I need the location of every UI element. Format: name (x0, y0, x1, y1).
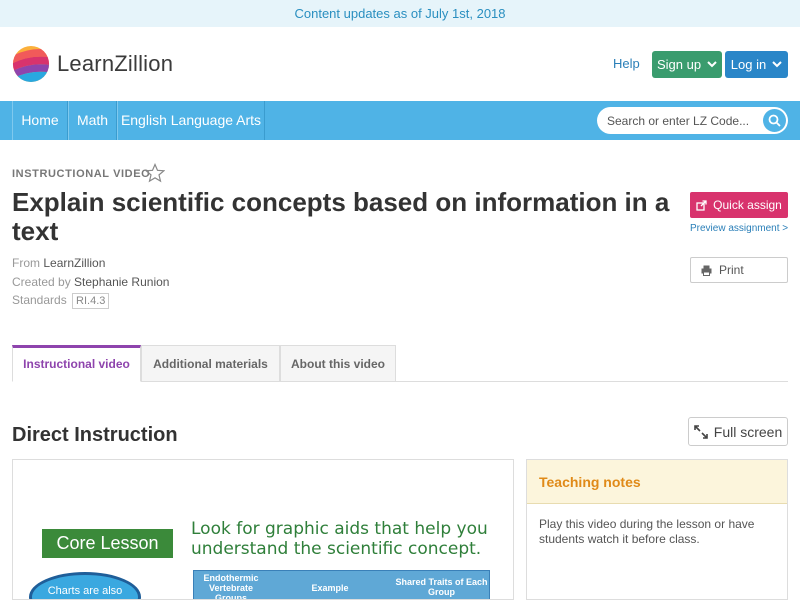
video-table-header: Shared Traits of Each Group (395, 577, 488, 597)
meta-from: From LearnZillion (12, 256, 105, 270)
print-button[interactable]: Print (690, 257, 788, 283)
meta-standards-label: Standards (12, 293, 67, 307)
content-updates-banner: Content updates as of July 1st, 2018 (0, 0, 800, 27)
video-table-header: Example (311, 583, 349, 593)
tab-about-video[interactable]: About this video (280, 345, 396, 382)
video-bubble: Charts are also (29, 572, 141, 599)
printer-icon (701, 265, 712, 276)
search-box (597, 107, 788, 134)
site-header: LearnZillion Help Sign up Log in (0, 27, 800, 101)
meta-created: Created by Stephanie Runion (12, 275, 169, 289)
content-type-label: INSTRUCTIONAL VIDEO (12, 168, 151, 180)
logo-text: LearnZillion (57, 51, 174, 76)
search-button[interactable] (763, 109, 786, 132)
logo[interactable]: LearnZillion (12, 45, 173, 83)
video-table-header: Endothermic Vertebrate Groups (203, 573, 259, 600)
teaching-notes-body: Play this video during the lesson or hav… (539, 517, 755, 546)
video-player[interactable]: Core Lesson Look for graphic aids that h… (12, 459, 514, 600)
share-icon (696, 199, 707, 211)
preview-assignment-link[interactable]: Preview assignment > (690, 223, 788, 234)
video-headline: Look for graphic aids that help you unde… (191, 519, 488, 559)
quick-assign-label: Quick assign (713, 198, 782, 212)
teaching-notes-panel: Teaching notes Play this video during th… (526, 459, 788, 600)
video-table: Endothermic Vertebrate Groups Example Sh… (193, 570, 490, 600)
chevron-down-icon (772, 61, 782, 68)
meta-from-value[interactable]: LearnZillion (43, 256, 105, 270)
meta-standards: Standards RI.4.3 (12, 293, 110, 309)
tab-additional-materials[interactable]: Additional materials (141, 345, 280, 382)
tab-instructional-video[interactable]: Instructional video (12, 345, 141, 382)
search-icon (768, 114, 781, 127)
meta-created-value[interactable]: Stephanie Runion (74, 275, 169, 289)
login-button[interactable]: Log in (725, 51, 788, 78)
standard-badge[interactable]: RI.4.3 (72, 293, 110, 309)
nav-item-home[interactable]: Home (12, 101, 68, 140)
signup-button[interactable]: Sign up (652, 51, 722, 78)
meta-from-label: From (12, 256, 40, 270)
login-label: Log in (730, 57, 767, 72)
section-title: Direct Instruction (12, 424, 178, 446)
fullscreen-label: Full screen (713, 423, 783, 440)
chevron-down-icon (707, 61, 717, 68)
star-icon[interactable] (145, 163, 165, 183)
nav-item-ela[interactable]: English Language Arts (117, 101, 265, 140)
search-input[interactable] (597, 107, 762, 134)
fullscreen-button[interactable]: Full screen (688, 417, 788, 446)
nav-item-math[interactable]: Math (68, 101, 117, 140)
signup-label: Sign up (656, 57, 702, 72)
teaching-notes-title: Teaching notes (527, 460, 787, 504)
meta-created-label: Created by (12, 275, 71, 289)
learnzillion-logo-icon (12, 45, 50, 83)
print-label: Print (719, 263, 744, 277)
page-title: Explain scientific concepts based on inf… (12, 187, 670, 246)
quick-assign-button[interactable]: Quick assign (690, 192, 788, 218)
help-link[interactable]: Help (613, 56, 640, 71)
expand-icon (693, 424, 708, 439)
core-lesson-label: Core Lesson (42, 529, 173, 558)
main-nav: Home Math English Language Arts (0, 101, 800, 140)
